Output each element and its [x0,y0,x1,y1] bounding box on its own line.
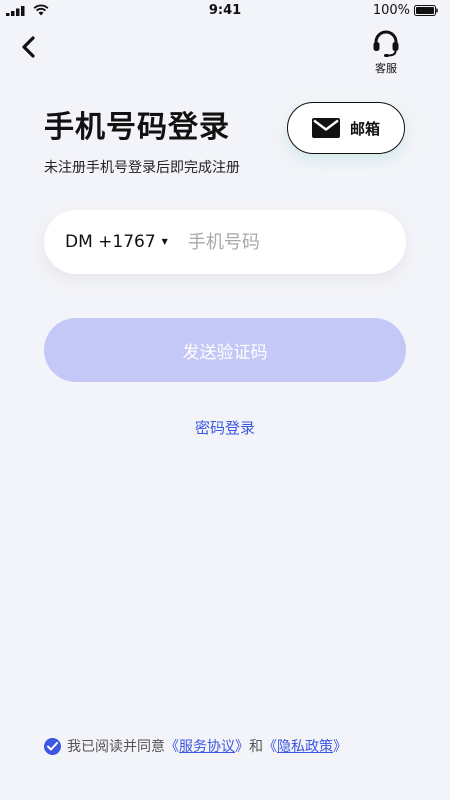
agreement-row: 我已阅读并同意 《服务协议》 和 《隐私政策》 [44,736,347,756]
phone-number-input[interactable] [185,230,390,254]
country-code-selector[interactable]: DM +1767 ▼ [65,232,168,252]
phone-input-box: DM +1767 ▼ [44,210,406,274]
status-bar: 9:41 100% [0,0,450,22]
terms-close-quote: 》 [235,739,249,755]
service-label: 客服 [375,62,397,75]
agreement-and: 和 [249,739,263,755]
battery-percentage: 100% [372,3,410,18]
mail-icon [311,118,340,138]
terms-link[interactable]: 《服务协议》 [165,736,249,756]
agree-checkbox[interactable] [44,737,61,755]
headset-icon [373,30,399,57]
battery-icon [414,5,438,16]
page-subtitle: 未注册手机号登录后即完成注册 [44,160,240,176]
terms-open-quote: 《 [165,739,179,755]
send-code-button[interactable]: 发送验证码 [44,318,406,382]
email-login-button[interactable]: 邮箱 [287,102,405,154]
privacy-open-quote: 《 [263,739,277,755]
country-code-label: DM +1767 [65,232,156,252]
privacy-close-quote: 》 [333,739,347,755]
privacy-link-text: 隐私政策 [277,739,333,755]
customer-service-button[interactable]: 客服 [364,28,408,76]
back-arrow-icon [22,36,35,58]
email-button-label: 邮箱 [349,119,380,138]
agreement-prefix: 我已阅读并同意 [67,739,165,755]
password-login-link[interactable]: 密码登录 [0,417,450,438]
caret-down-icon: ▼ [161,236,168,246]
back-button[interactable] [14,32,44,62]
check-icon [47,741,58,750]
privacy-link[interactable]: 《隐私政策》 [263,736,347,756]
page-title: 手机号码登录 [44,110,230,145]
terms-link-text: 服务协议 [179,739,235,755]
